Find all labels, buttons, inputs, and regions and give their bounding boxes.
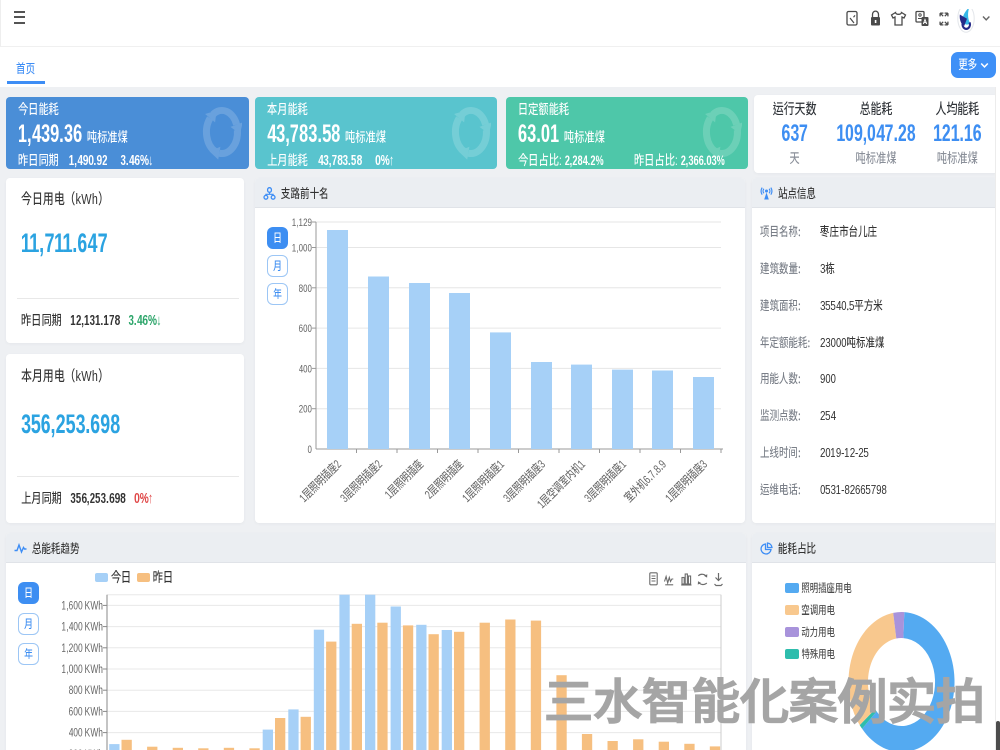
svg-text:1,000: 1,000 [292,243,312,255]
svg-text:200: 200 [299,404,312,416]
svg-text:1层照明插座2: 1层照明插座2 [296,457,344,505]
svg-text:600: 600 [299,323,312,335]
svg-text:1层照明插座1: 1层照明插座1 [459,456,508,505]
svg-text:1,600 KWh: 1,600 KWh [61,600,103,612]
svg-text:1层照明插座3: 1层照明插座3 [662,457,710,505]
svg-text:1,129: 1,129 [292,217,312,229]
svg-text:800 KWh: 800 KWh [68,685,103,697]
svg-text:800: 800 [299,283,312,295]
svg-text:3层照明插座1: 3层照明插座1 [580,456,629,505]
svg-text:0: 0 [308,444,312,456]
svg-text:400: 400 [299,363,312,375]
svg-text:600 KWh: 600 KWh [68,706,103,718]
svg-text:1,200 KWh: 1,200 KWh [61,643,103,655]
svg-text:室外机6.7.8.9: 室外机6.7.8.9 [621,457,669,505]
svg-text:400 KWh: 400 KWh [68,728,103,740]
svg-text:3层照明插座2: 3层照明插座2 [336,457,385,506]
svg-text:1,000 KWh: 1,000 KWh [61,664,103,676]
svg-text:1层照明插座: 1层照明插座 [381,456,426,501]
svg-text:1,400 KWh: 1,400 KWh [61,622,103,634]
